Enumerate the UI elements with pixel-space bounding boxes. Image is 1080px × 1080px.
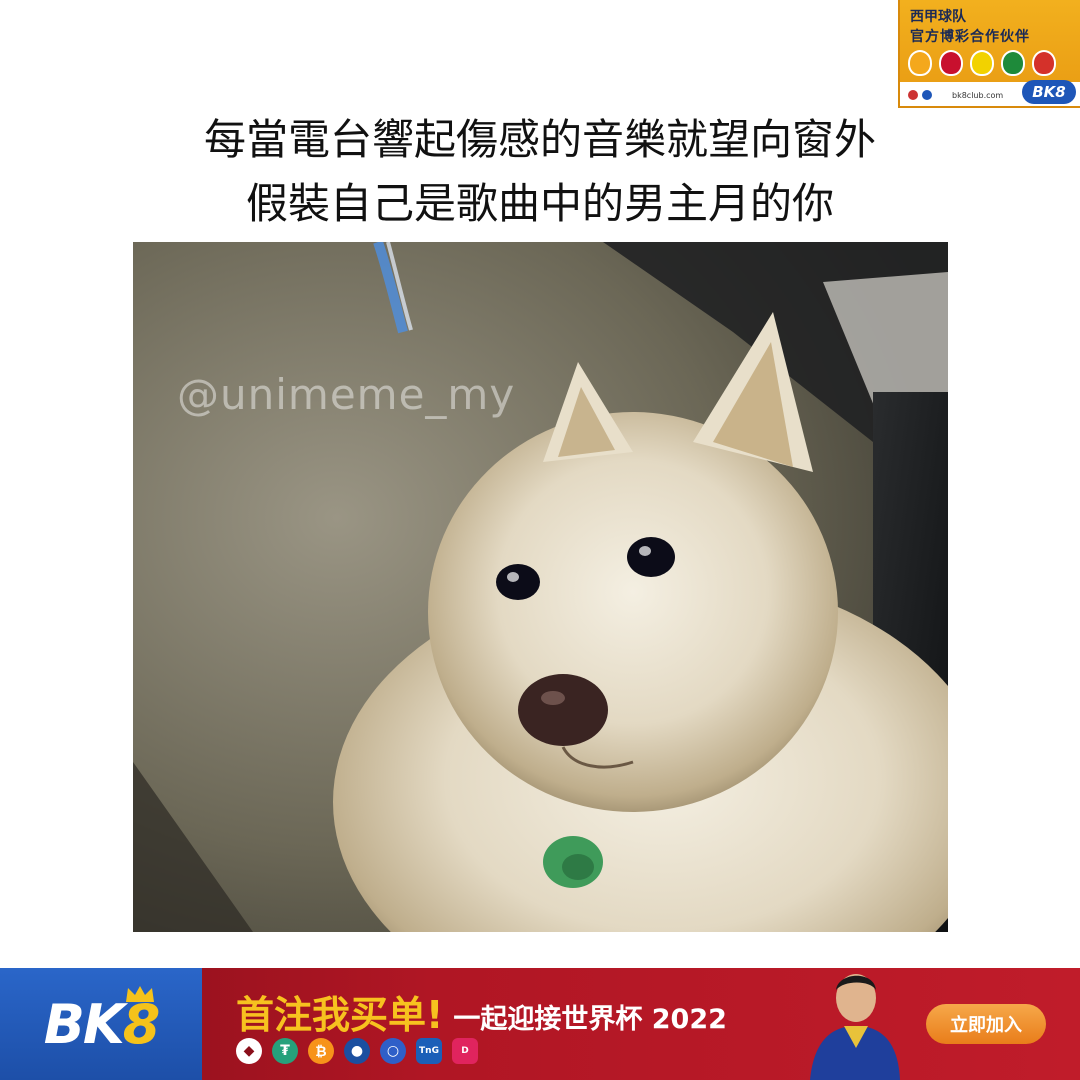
sponsor-badge: 西甲球队 官方博彩合作伙伴 bk8club.com BK8: [898, 0, 1080, 108]
duitnow-icon: D: [452, 1038, 478, 1064]
player-image: [810, 974, 900, 1080]
headline-sub: 一起迎接世界杯 2022: [453, 1004, 727, 1035]
crown-icon: [126, 986, 154, 1002]
club-crest-icon: [908, 50, 932, 76]
club-crest-icon: [939, 50, 963, 76]
dog-illustration: [133, 242, 948, 932]
club-crest-icon: [970, 50, 994, 76]
logo-prefix: BK: [43, 992, 125, 1056]
club-crests: [908, 50, 1056, 76]
dog-photo: @unimeme_my: [133, 242, 948, 932]
sponsor-logo: BK8: [1022, 80, 1076, 104]
sponsor-title: 西甲球队: [910, 9, 966, 25]
payment-icons: ◆ ₮ ₿ ● ○ TnG D: [236, 1038, 478, 1064]
banner-headline: 首注我买单! 一起迎接世界杯 2022: [236, 984, 727, 1039]
sponsor-url: bk8club.com: [952, 91, 1004, 100]
meme-caption: 每當電台響起傷感的音樂就望向窗外 假裝自己是歌曲中的男主月的你: [0, 108, 1080, 236]
caption-line-2: 假裝自己是歌曲中的男主月的你: [245, 179, 834, 228]
club-crest-icon: [1032, 50, 1056, 76]
ethereum-icon: ◆: [236, 1038, 262, 1064]
headline-main: 首注我买单!: [236, 993, 444, 1037]
tether-icon: ₮: [272, 1038, 298, 1064]
circle-icon: ○: [380, 1038, 406, 1064]
ad-banner[interactable]: BK8 首注我买单! 一起迎接世界杯 2022 ◆ ₮ ₿ ● ○ TnG D …: [0, 968, 1080, 1080]
water-drop-icon: ●: [344, 1038, 370, 1064]
bitcoin-icon: ₿: [308, 1038, 334, 1064]
join-now-button[interactable]: 立即加入: [926, 1004, 1046, 1044]
sponsor-subtitle: 官方博彩合作伙伴: [910, 29, 1030, 45]
touch-n-go-icon: TnG: [416, 1038, 442, 1064]
caption-line-1: 每當電台響起傷感的音樂就望向窗外: [203, 115, 876, 164]
watermark-text: @unimeme_my: [177, 370, 516, 419]
club-crest-icon: [1001, 50, 1025, 76]
sponsor-flags: [908, 90, 932, 100]
bk8-logo: BK8: [0, 968, 202, 1080]
